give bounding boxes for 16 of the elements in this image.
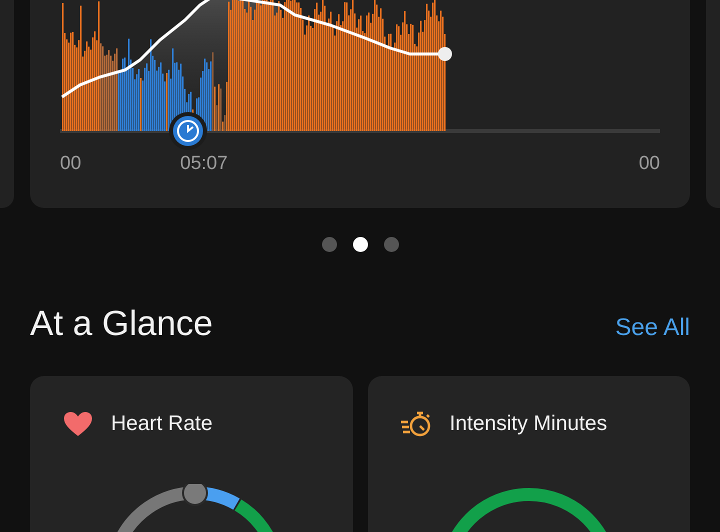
- pager-dot[interactable]: [322, 237, 336, 252]
- stopwatch-icon: [400, 410, 432, 438]
- see-all-link[interactable]: See All: [615, 314, 690, 342]
- metric-card[interactable]: Heart Rate: [30, 376, 352, 532]
- axis-label: 00: [60, 153, 82, 175]
- endpoint-marker: [438, 47, 452, 61]
- metric-card[interactable]: Intensity Minutes: [368, 376, 690, 532]
- axis-label: 00: [638, 153, 660, 175]
- pager-dot[interactable]: [352, 237, 368, 252]
- heart-icon: [63, 411, 93, 437]
- pager-dot[interactable]: [384, 237, 398, 252]
- clock-icon[interactable]: [169, 112, 207, 150]
- card-title: Intensity Minutes: [450, 412, 608, 436]
- section-title: At a Glance: [30, 304, 213, 344]
- axis-label: 05:07: [180, 153, 228, 175]
- card-title: Heart Rate: [111, 412, 213, 436]
